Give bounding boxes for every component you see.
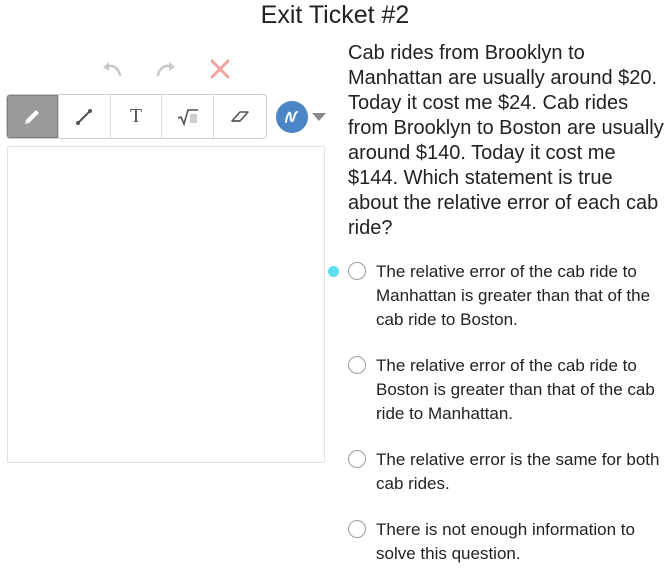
question-prompt: Cab rides from Brooklyn to Manhattan are…: [348, 42, 664, 239]
choice-label: The relative error of the cab ride to Bo…: [376, 356, 655, 423]
scribble-icon: [285, 111, 298, 123]
close-icon: [210, 59, 230, 79]
drawing-canvas[interactable]: [7, 146, 325, 463]
radio-button[interactable]: [348, 262, 366, 280]
answer-choices: The relative error of the cab ride to Ma…: [325, 260, 670, 566]
pencil-tool-button[interactable]: [7, 95, 59, 138]
choice-label: The relative error is the same for both …: [376, 450, 660, 493]
page-title: Exit Ticket #2: [260, 1, 410, 29]
history-controls: [98, 56, 238, 82]
text-icon: T: [129, 105, 143, 127]
choice-label: The relative error of the cab ride to Ma…: [376, 262, 651, 329]
equation-tool-button[interactable]: [162, 95, 215, 138]
clear-button[interactable]: [206, 56, 234, 82]
radio-button[interactable]: [348, 520, 366, 538]
line-tool-button[interactable]: [59, 95, 111, 138]
pencil-icon: [25, 109, 40, 124]
line-icon: [76, 108, 93, 125]
color-picker-button[interactable]: [276, 101, 308, 133]
undo-icon: [103, 62, 122, 77]
sqrt-icon: [177, 108, 198, 126]
radio-button[interactable]: [348, 450, 366, 468]
color-dropdown-caret[interactable]: [312, 113, 326, 121]
radio-button[interactable]: [348, 356, 366, 374]
eraser-tool-button[interactable]: [214, 95, 266, 138]
answer-choice[interactable]: The relative error is the same for both …: [325, 448, 670, 496]
eraser-icon: [231, 110, 249, 122]
answer-choice[interactable]: There is not enough information to solve…: [325, 518, 670, 566]
answer-choice[interactable]: The relative error of the cab ride to Bo…: [325, 354, 670, 426]
undo-button[interactable]: [98, 56, 126, 82]
choice-label: There is not enough information to solve…: [376, 520, 635, 563]
answer-choice[interactable]: The relative error of the cab ride to Ma…: [325, 260, 670, 332]
redo-icon: [156, 62, 175, 77]
redo-button[interactable]: [152, 56, 180, 82]
focus-indicator: [328, 266, 339, 277]
text-tool-button[interactable]: T: [111, 95, 163, 138]
exit-ticket-page: Exit Ticket #2 T Cab rides from Brooklyn…: [0, 0, 670, 576]
drawing-toolbar: T: [6, 94, 267, 139]
